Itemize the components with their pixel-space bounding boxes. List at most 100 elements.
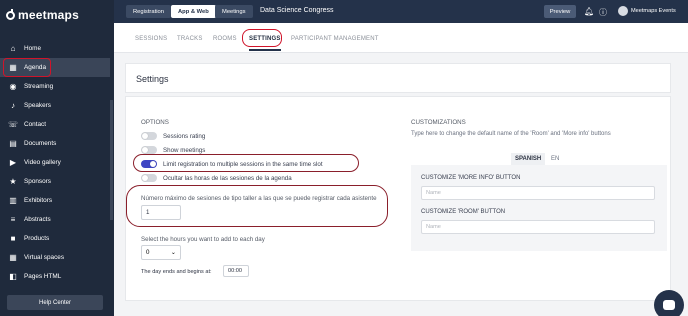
sidebar-item-label: Agenda [24, 64, 47, 71]
sidebar-item-sponsors[interactable]: ★ Sponsors [0, 172, 110, 191]
user-menu[interactable]: Meetmaps Events [618, 6, 676, 16]
sessions-rating-label: Sessions rating [163, 132, 206, 140]
broadcast-icon: ◉ [9, 82, 17, 91]
sidebar-item-abstracts[interactable]: ≡ Abstracts [0, 210, 110, 229]
room-label: CUSTOMIZE 'ROOM' BUTTON [421, 209, 506, 215]
settings-header: Settings [125, 63, 671, 93]
sidebar-item-label: Speakers [24, 102, 51, 109]
app-root: meetmaps ⌂ Home ▦ Agenda ◉ Streaming ♪ Speakers… [0, 0, 688, 316]
user-name: Meetmaps Events [631, 8, 676, 14]
main-content: Settings OPTIONS Sessions rating Show me… [114, 53, 688, 316]
settings-card: OPTIONS Sessions rating Show meetings Li… [125, 96, 671, 301]
hours-select-value: 0 [146, 249, 150, 256]
sidebar-item-contact[interactable]: ☏ Contact [0, 115, 110, 134]
microphone-icon: ♪ [11, 101, 15, 110]
sidebar-item-products[interactable]: ■ Products [0, 229, 110, 248]
sidebar-item-pages-html[interactable]: ◧ Pages HTML [0, 267, 110, 286]
tab-tracks[interactable]: TRACKS [177, 36, 203, 42]
sidebar-item-speakers[interactable]: ♪ Speakers [0, 96, 110, 115]
sessions-rating-toggle[interactable] [141, 132, 157, 140]
hide-hours-label: Ocultar las horas de las sesiones de la … [163, 174, 292, 182]
help-center-button[interactable]: Help Center [7, 295, 103, 310]
hours-label: Select the hours you want to add to each… [141, 236, 265, 243]
top-bar: Registration App & Web Meetings Data Sci… [114, 0, 688, 23]
sidebar-item-label: Abstracts [24, 216, 51, 223]
sidebar-nav: ⌂ Home ▦ Agenda ◉ Streaming ♪ Speakers ☏ Contact ▤… [0, 39, 110, 286]
day-end-input[interactable]: 00:00 [223, 265, 249, 277]
sidebar-item-label: Video gallery [24, 159, 61, 166]
chat-icon [663, 300, 675, 310]
more-info-input[interactable]: Name [421, 186, 655, 200]
logo-text: meetmaps [18, 8, 79, 22]
section-tabs: SESSIONS TRACKS ROOMS SETTINGS PARTICIPA… [114, 23, 688, 53]
customization-panel: CUSTOMIZE 'MORE INFO' BUTTON Name CUSTOM… [411, 165, 667, 251]
sidebar-item-label: Streaming [24, 83, 54, 90]
sidebar-item-agenda[interactable]: ▦ Agenda [0, 58, 110, 77]
sidebar-scrollbar[interactable] [110, 100, 113, 220]
max-sessions-input[interactable]: 1 [141, 205, 181, 220]
more-info-label: CUSTOMIZE 'MORE INFO' BUTTON [421, 175, 521, 181]
abstract-icon: ≡ [10, 215, 16, 224]
avatar [618, 6, 628, 16]
hours-select[interactable]: 0 ⌄ [141, 245, 181, 260]
options-heading: OPTIONS [141, 119, 169, 126]
tab-spanish[interactable]: SPANISH [511, 153, 546, 165]
day-end-label: The day ends and begins at: [141, 269, 212, 275]
event-title: Data Science Congress [260, 7, 334, 14]
tab-english[interactable]: EN [547, 153, 563, 165]
app-web-button[interactable]: App & Web [171, 5, 216, 18]
sidebar-item-label: Sponsors [24, 178, 51, 185]
show-meetings-toggle[interactable] [141, 146, 157, 154]
sidebar-item-documents[interactable]: ▤ Documents [0, 134, 110, 153]
sidebar-item-label: Home [24, 45, 42, 52]
active-tab-indicator [249, 49, 281, 51]
sidebar-item-virtual-spaces[interactable]: ▦ Virtual spaces [0, 248, 110, 267]
code-icon: ◧ [9, 272, 17, 281]
info-icon[interactable]: ⓘ [599, 7, 607, 18]
sidebar-item-label: Exhibitors [24, 197, 53, 204]
room-input[interactable]: Name [421, 220, 655, 234]
sidebar-item-exhibitors[interactable]: ▥ Exhibitors [0, 191, 110, 210]
brand-logo[interactable]: meetmaps [6, 8, 79, 22]
chevron-down-icon: ⌄ [170, 249, 176, 256]
sidebar-item-label: Contact [24, 121, 47, 128]
customizations-description: Type here to change the default name of … [411, 131, 611, 137]
calendar-icon: ▦ [9, 63, 17, 72]
show-meetings-label: Show meetings [163, 146, 206, 154]
sidebar-item-label: Pages HTML [24, 273, 62, 280]
store-icon: ▥ [9, 196, 17, 205]
max-sessions-label: Número máximo de sesiones de tipo taller… [141, 195, 377, 202]
customizations-heading: CUSTOMIZATIONS [411, 119, 466, 126]
limit-registration-toggle[interactable] [141, 160, 157, 168]
sidebar-item-label: Products [24, 235, 50, 242]
sidebar-item-home[interactable]: ⌂ Home [0, 39, 110, 58]
limit-registration-label: Limit registration to multiple sessions … [163, 160, 323, 168]
sidebar-item-label: Documents [24, 140, 57, 147]
grid-icon: ▦ [9, 253, 17, 262]
bell-icon[interactable]: 🔔︎ [584, 7, 594, 16]
sessions-rating-option[interactable]: Sessions rating [141, 131, 205, 141]
limit-registration-option[interactable]: Limit registration to multiple sessions … [141, 159, 323, 169]
page-title: Settings [136, 74, 169, 84]
meetings-button[interactable]: Meetings [215, 5, 253, 18]
tab-participant-management[interactable]: PARTICIPANT MANAGEMENT [291, 36, 379, 42]
chat-launcher[interactable] [654, 290, 684, 316]
box-icon: ■ [10, 234, 16, 243]
sidebar-item-streaming[interactable]: ◉ Streaming [0, 77, 110, 96]
video-icon: ▶ [9, 158, 17, 167]
home-icon: ⌂ [10, 44, 16, 53]
contact-icon: ☏ [7, 120, 18, 129]
logo-icon [6, 8, 15, 20]
hide-hours-option[interactable]: Ocultar las horas de las sesiones de la … [141, 173, 292, 183]
sidebar: meetmaps ⌂ Home ▦ Agenda ◉ Streaming ♪ Speakers… [0, 0, 114, 316]
show-meetings-option[interactable]: Show meetings [141, 145, 205, 155]
tab-settings[interactable]: SETTINGS [249, 36, 281, 42]
tab-rooms[interactable]: ROOMS [213, 36, 237, 42]
tab-sessions[interactable]: SESSIONS [135, 36, 167, 42]
registration-button[interactable]: Registration [126, 5, 171, 18]
sidebar-item-label: Virtual spaces [24, 254, 65, 261]
preview-button[interactable]: Preview [544, 5, 576, 18]
sidebar-item-video-gallery[interactable]: ▶ Video gallery [0, 153, 110, 172]
hide-hours-toggle[interactable] [141, 174, 157, 182]
document-icon: ▤ [9, 139, 17, 148]
